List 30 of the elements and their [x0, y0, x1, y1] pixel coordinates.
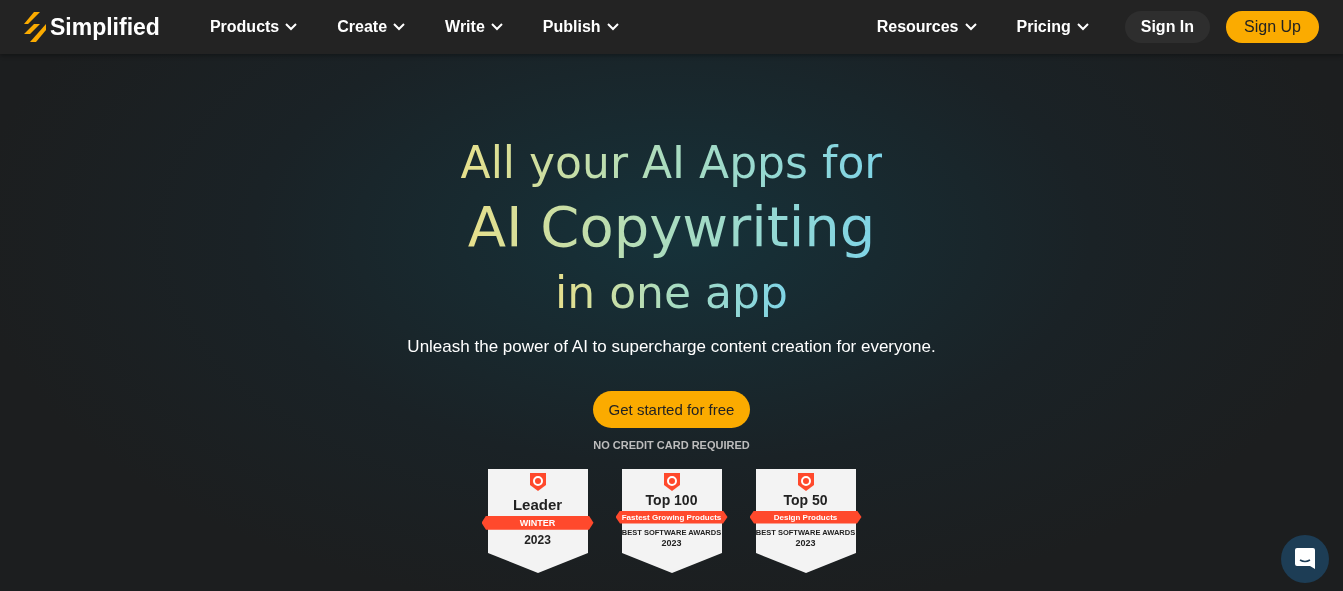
chat-launcher-button[interactable] — [1281, 535, 1329, 583]
nav-menu-item[interactable]: Create — [317, 18, 426, 36]
badge-year: 2023 — [524, 533, 551, 547]
nav-menu-item[interactable]: Products — [189, 18, 318, 36]
chevron-down-icon — [964, 23, 977, 31]
sign-in-button[interactable]: Sign In — [1124, 11, 1211, 43]
chevron-down-icon — [490, 23, 503, 31]
chevron-down-icon — [393, 23, 406, 31]
badge-title: Leader — [512, 497, 563, 514]
nav-menu-item[interactable]: Pricing — [996, 18, 1109, 36]
hero-subtitle: Unleash the power of AI to supercharge content creation for everyone. — [407, 337, 936, 358]
chevron-down-icon — [606, 23, 619, 31]
no-credit-card-note: NO CREDIT CARD REQUIRED — [593, 439, 750, 452]
badge-year: 2023 — [661, 538, 682, 549]
nav-menu-item[interactable]: Write — [425, 18, 523, 36]
brand-name[interactable]: Simplified — [50, 13, 160, 41]
get-started-button[interactable]: Get started for free — [592, 391, 751, 429]
nav-menu-item[interactable]: Resources — [856, 18, 997, 36]
brand-logo-icon — [24, 12, 46, 42]
g2-logo-icon — [797, 473, 814, 492]
sign-up-button[interactable]: Sign Up — [1226, 11, 1319, 43]
chat-icon — [1295, 548, 1315, 570]
chevron-down-icon — [1076, 23, 1089, 31]
badge-title: Top 100 — [645, 493, 698, 509]
badge-year: 2023 — [795, 538, 816, 549]
nav-menu-item[interactable]: Publish — [522, 18, 639, 36]
badge-title: Top 50 — [783, 493, 828, 509]
chevron-down-icon — [285, 23, 298, 31]
g2-logo-icon — [529, 473, 546, 492]
g2-logo-icon — [663, 473, 680, 492]
